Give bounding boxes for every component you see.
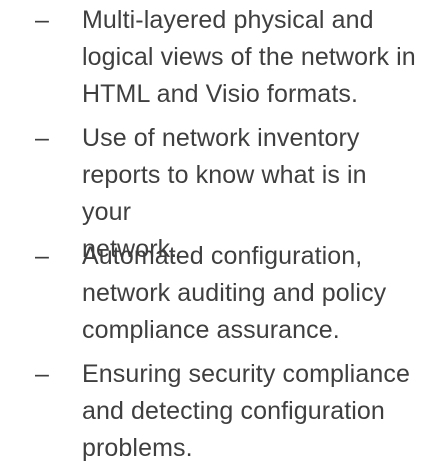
feature-list: – Multi-layered physical and logical vie… <box>0 0 438 470</box>
bullet-dash: – <box>35 124 49 152</box>
list-item-line: and detecting configuration <box>82 397 385 425</box>
bullet-dash: – <box>35 360 49 388</box>
list-item-line: HTML and Visio formats. <box>82 80 359 108</box>
list-item-line: logical views of the network in <box>82 43 416 71</box>
list-item-line: Multi-layered physical and <box>82 6 374 34</box>
list-item-text: Ensuring security compliance and detecti… <box>82 356 422 467</box>
list-item-text: Multi-layered physical and logical views… <box>82 2 422 113</box>
list-item-line: compliance assurance. <box>82 316 340 344</box>
list-item-line: network auditing and policy <box>82 279 387 307</box>
list-item-line: Automated configuration, <box>82 242 363 270</box>
bullet-dash: – <box>35 242 49 270</box>
list-item-line: reports to know what is in your <box>82 161 367 226</box>
list-item-text: Automated configuration, network auditin… <box>82 238 422 349</box>
list-item-line: Use of network inventory <box>82 124 360 152</box>
list-item-line: Ensuring security compliance <box>82 360 410 388</box>
bullet-dash: – <box>35 6 49 34</box>
list-item-line: problems. <box>82 434 193 462</box>
